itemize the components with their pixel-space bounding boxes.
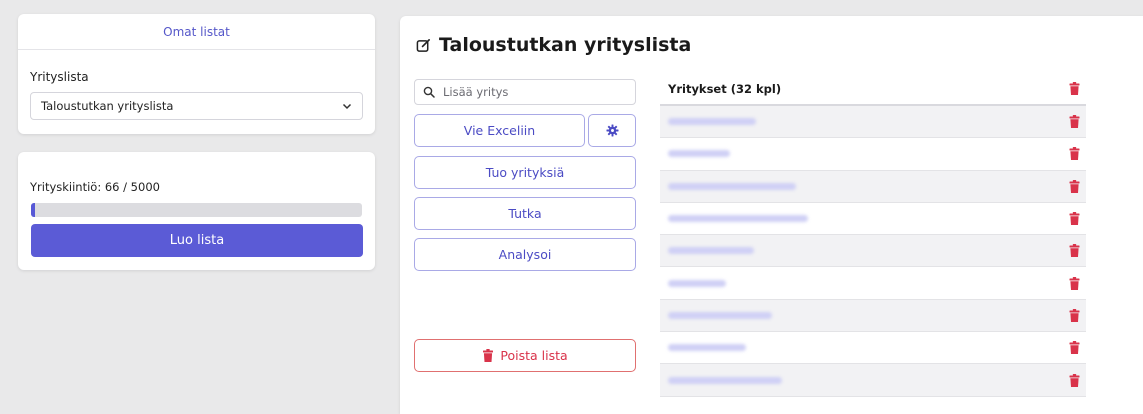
- companies-table: Yritykset (32 kpl): [660, 73, 1086, 397]
- gear-icon: [605, 124, 619, 137]
- company-name-redacted[interactable]: [668, 215, 808, 223]
- company-name-redacted[interactable]: [668, 279, 726, 287]
- radar-button[interactable]: Tutka: [414, 197, 636, 230]
- table-row[interactable]: [660, 235, 1086, 268]
- lists-header[interactable]: Omat listat: [18, 14, 375, 50]
- analyze-button[interactable]: Analysoi: [414, 238, 636, 271]
- table-row[interactable]: [660, 203, 1086, 236]
- table-row[interactable]: [660, 299, 1086, 333]
- companies-count-header: Yritykset (32 kpl): [668, 81, 782, 96]
- quota-card: Yrityskiintiö: 66 / 5000 Luo lista: [18, 152, 375, 270]
- add-company-search-input[interactable]: Lisää yritys: [414, 79, 636, 105]
- lists-card: Omat listat Yrityslista Taloustutkan yri…: [18, 14, 375, 134]
- trash-icon[interactable]: [1069, 115, 1080, 129]
- trash-icon[interactable]: [1069, 373, 1080, 387]
- export-settings-button[interactable]: [588, 114, 636, 147]
- table-body: [660, 106, 1086, 397]
- selected-list-value: Taloustutkan yrityslista: [41, 99, 174, 113]
- trash-icon[interactable]: [1069, 82, 1080, 95]
- trash-icon[interactable]: [1069, 212, 1080, 226]
- page-title-text: Taloustutkan yrityslista: [439, 34, 692, 56]
- table-row[interactable]: [660, 364, 1086, 397]
- quota-text: Yrityskiintiö: 66 / 5000: [30, 180, 160, 194]
- export-excel-button[interactable]: Vie Exceliin: [414, 114, 585, 147]
- company-name-redacted[interactable]: [668, 247, 754, 255]
- company-name-redacted[interactable]: [668, 344, 746, 352]
- trash-icon[interactable]: [1069, 244, 1080, 258]
- search-placeholder: Lisää yritys: [443, 85, 509, 99]
- company-name-redacted[interactable]: [668, 376, 782, 384]
- chevron-down-icon: [342, 103, 352, 110]
- trash-icon[interactable]: [1069, 147, 1080, 161]
- import-companies-button[interactable]: Tuo yrityksiä: [414, 156, 636, 189]
- company-name-redacted[interactable]: [668, 182, 796, 190]
- trash-icon[interactable]: [1069, 276, 1080, 290]
- table-row[interactable]: [660, 106, 1086, 139]
- table-header: Yritykset (32 kpl): [660, 73, 1086, 106]
- table-row[interactable]: [660, 332, 1086, 365]
- quota-progress-bar: [31, 203, 362, 217]
- table-row[interactable]: [660, 170, 1086, 203]
- search-icon: [423, 86, 435, 98]
- list-select[interactable]: Taloustutkan yrityslista: [30, 92, 363, 120]
- quota-progress-fill: [31, 203, 36, 217]
- company-name-redacted[interactable]: [668, 311, 772, 319]
- main-card: Taloustutkan yrityslista Lisää yritys Vi…: [400, 16, 1143, 414]
- company-name-redacted[interactable]: [668, 118, 756, 126]
- delete-list-button[interactable]: Poista lista: [414, 339, 636, 372]
- edit-icon[interactable]: [416, 38, 431, 53]
- trash-icon: [483, 349, 494, 362]
- trash-icon[interactable]: [1069, 308, 1080, 322]
- list-label: Yrityslista: [30, 70, 89, 84]
- trash-icon[interactable]: [1069, 341, 1080, 355]
- company-name-redacted[interactable]: [668, 150, 730, 158]
- create-list-button[interactable]: Luo lista: [31, 224, 363, 257]
- trash-icon[interactable]: [1069, 179, 1080, 193]
- table-row[interactable]: [660, 267, 1086, 300]
- page-title: Taloustutkan yrityslista: [416, 34, 691, 56]
- delete-list-label: Poista lista: [500, 348, 568, 363]
- table-row[interactable]: [660, 138, 1086, 171]
